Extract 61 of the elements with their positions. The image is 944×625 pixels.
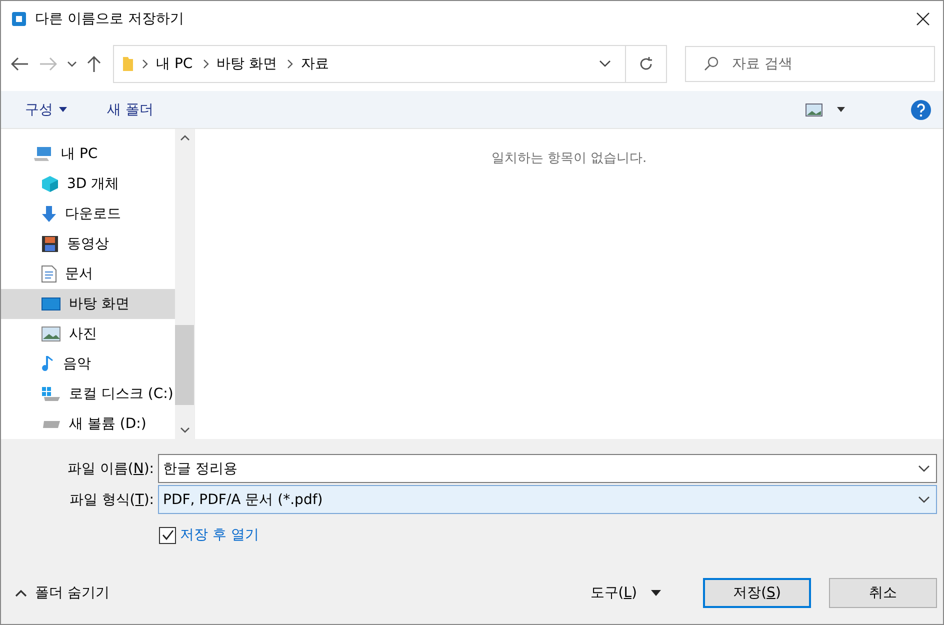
- chevron-right-icon: [142, 58, 148, 68]
- breadcrumb[interactable]: 바탕 화면: [208, 54, 288, 72]
- scrollbar[interactable]: [175, 129, 194, 439]
- image-view-icon: [805, 102, 823, 116]
- dropdown-chevron-icon: [918, 496, 930, 504]
- computer-icon: [33, 146, 53, 162]
- recent-locations-button[interactable]: [65, 58, 79, 68]
- sidebar-item[interactable]: 로컬 디스크 (C:): [1, 379, 175, 409]
- sidebar-item[interactable]: 음악: [1, 349, 175, 379]
- caret-icon: [651, 590, 661, 596]
- sidebar-item[interactable]: 3D 개체: [1, 169, 175, 199]
- chevron-up-icon: [15, 589, 27, 597]
- field-label: 파일 이름(N):: [66, 460, 155, 478]
- dropdown-chevron-icon: [918, 464, 930, 472]
- new-folder-button[interactable]: 새 폴더: [105, 98, 156, 120]
- monitor-icon: [41, 297, 61, 311]
- sidebar-item[interactable]: 새 볼륨 (D:): [1, 409, 175, 439]
- checkbox[interactable]: [159, 526, 176, 544]
- chevron-right-icon: [287, 58, 294, 68]
- address-bar[interactable]: 내 PC 바탕 화면 자료: [113, 44, 667, 82]
- sidebar-item[interactable]: 다운로드: [1, 199, 175, 229]
- document-icon: [41, 265, 57, 283]
- music-note-icon: [41, 355, 55, 373]
- down-arrow-icon: [41, 205, 57, 223]
- app-icon: [11, 10, 27, 26]
- caret-icon: [59, 107, 67, 112]
- drive-icon: [41, 419, 61, 429]
- chevron-right-icon: [202, 58, 209, 68]
- hide-folders-button[interactable]: 폴더 숨기기: [15, 584, 110, 602]
- organize-button[interactable]: 구성: [23, 98, 69, 120]
- breadcrumb[interactable]: 자료: [293, 54, 340, 72]
- file-type-dropdown[interactable]: PDF, PDF/A 문서 (*.pdf): [158, 485, 937, 514]
- file-name-field[interactable]: 한글 정리용: [158, 454, 937, 483]
- save-button[interactable]: 저장(S): [703, 578, 811, 608]
- field-label: 파일 형식(T):: [68, 490, 155, 508]
- back-button[interactable]: [9, 54, 31, 72]
- tools-button[interactable]: 도구(L): [584, 583, 667, 603]
- film-icon: [41, 235, 59, 253]
- window-title: 다른 이름으로 저장하기: [35, 10, 185, 28]
- cancel-button[interactable]: 취소: [829, 578, 937, 608]
- scroll-down-icon[interactable]: [180, 427, 190, 433]
- breadcrumb[interactable]: 내 PC: [148, 54, 203, 72]
- scroll-up-icon[interactable]: [180, 135, 190, 141]
- sidebar-item[interactable]: 내 PC: [1, 139, 175, 169]
- empty-message: 일치하는 항목이 없습니다.: [491, 150, 647, 167]
- chevron-down-icon: [599, 60, 611, 68]
- caret-icon: [837, 107, 845, 112]
- sidebar-item[interactable]: 사진: [1, 319, 175, 349]
- checkbox-label[interactable]: 저장 후 열기: [180, 526, 259, 544]
- search-field[interactable]: 자료 검색: [685, 46, 935, 82]
- help-button[interactable]: [909, 98, 933, 122]
- sidebar-item[interactable]: 동영상: [1, 229, 175, 259]
- sidebar-item[interactable]: 문서: [1, 259, 175, 289]
- folder-icon: [122, 56, 134, 72]
- search-icon: [703, 56, 719, 72]
- refresh-icon: [638, 56, 654, 72]
- drive-icon: [41, 386, 61, 402]
- cube-icon: [41, 175, 59, 193]
- view-options-button[interactable]: [803, 100, 847, 118]
- landscape-photo-icon: [41, 326, 61, 342]
- sidebar-item[interactable]: 바탕 화면: [1, 289, 175, 319]
